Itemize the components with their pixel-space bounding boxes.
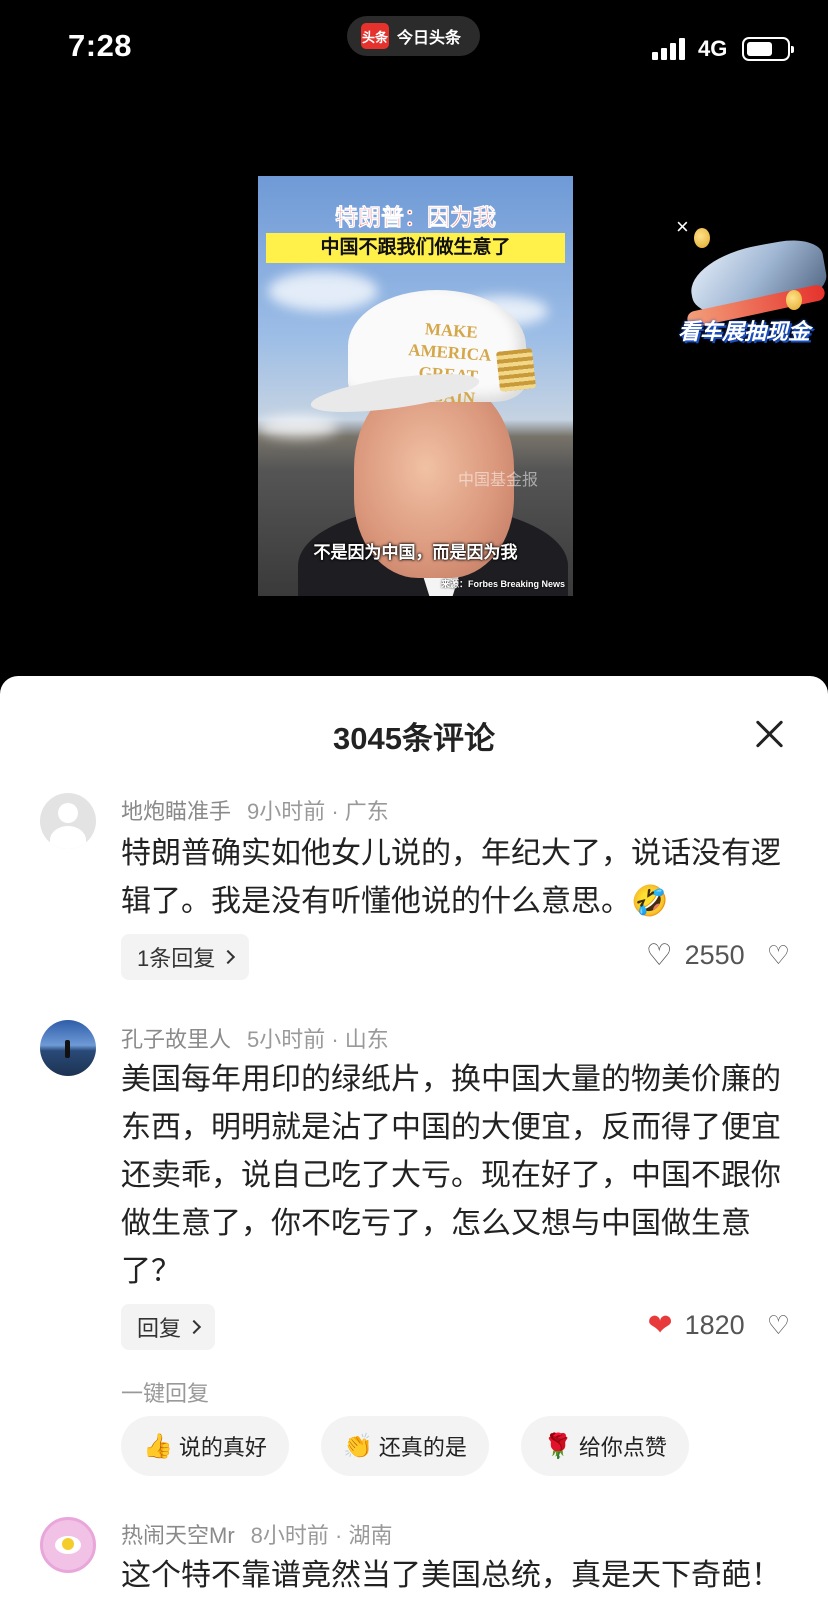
clapping-hands-icon: 👏 — [343, 1432, 373, 1460]
coin-icon — [786, 290, 802, 310]
reply-button[interactable]: 回复 — [121, 1304, 216, 1350]
avatar[interactable] — [40, 1020, 96, 1076]
comment-text[interactable]: 美国每年用印的绿纸片，换中国大量的物美价廉的东西，明明就是沾了中国的大便宜，反而… — [121, 1056, 781, 1296]
signal-icon — [652, 38, 685, 60]
app-indicator-pill[interactable]: 头条 今日头条 — [347, 16, 480, 56]
dislike-heart-icon[interactable]: ♡ — [767, 1310, 790, 1341]
comment-time-location: 9小时前 · 广东 — [247, 799, 389, 824]
heart-outline-icon[interactable]: ♡ — [646, 940, 673, 971]
ad-close-icon[interactable]: × — [676, 214, 689, 240]
avatar[interactable] — [40, 793, 96, 849]
toutiao-logo-icon: 头条 — [361, 23, 389, 49]
video-watermark: 中国基金报 — [458, 472, 539, 489]
chip-label: 说的真好 — [178, 1435, 267, 1460]
status-time: 7:28 — [68, 28, 133, 63]
quick-reply-label: 一键回复 — [121, 1381, 210, 1406]
network-type: 4G — [698, 36, 728, 61]
video-player[interactable]: 特朗普：因为我 中国不跟我们做生意了 MAKE AMERICA GREAT AG… — [258, 176, 573, 596]
comment-text[interactable]: 特朗普确实如他女儿说的，年纪大了，说话没有逻辑了。我是没有听懂他说的什么意思。🤣 — [121, 830, 781, 926]
status-bar: 7:28 头条 今日头条 4G — [0, 0, 828, 100]
avatar[interactable] — [40, 1517, 96, 1573]
like-count: 2550 — [684, 940, 745, 970]
comment-author[interactable]: 地炮瞄准手 — [121, 799, 231, 824]
rose-icon: 🌹 — [543, 1432, 573, 1460]
view-replies-button[interactable]: 1条回复 — [121, 934, 250, 980]
reply-label: 回复 — [137, 1316, 182, 1341]
quick-reply-chip[interactable]: 🌹 给你点赞 — [521, 1416, 689, 1476]
coin-icon — [694, 228, 710, 248]
reply-label: 1条回复 — [137, 946, 216, 971]
close-icon[interactable] — [752, 716, 788, 752]
video-caption: 不是因为中国，而是因为我 — [313, 543, 518, 562]
comment-time-location: 5小时前 · 山东 — [247, 1027, 389, 1052]
quick-reply-chip[interactable]: 👍 说的真好 — [121, 1416, 289, 1476]
comment-meta: 热闹天空Mr 8小时前 · 湖南 — [121, 1518, 392, 1550]
comment-meta: 孔子故里人 5小时前 · 山东 — [121, 1022, 389, 1054]
chevron-right-icon — [186, 1319, 202, 1335]
video-title: 特朗普：因为我 — [335, 204, 497, 231]
ad-text: 看车展抽现金 — [678, 319, 811, 344]
comment-author[interactable]: 孔子故里人 — [121, 1027, 231, 1052]
heart-filled-icon[interactable]: ❤ — [647, 1310, 672, 1341]
comment-time-location: 8小时前 · 湖南 — [250, 1523, 393, 1548]
video-source: 来源：Forbes Breaking News — [440, 579, 565, 589]
comment-meta: 地炮瞄准手 9小时前 · 广东 — [121, 794, 389, 826]
comment-author[interactable]: 热闹天空Mr — [121, 1523, 235, 1548]
quick-reply-chip[interactable]: 👏 还真的是 — [321, 1416, 489, 1476]
like-group[interactable]: ♡ 2550 ♡ — [646, 940, 790, 971]
comment-text[interactable]: 这个特不靠谱竟然当了美国总统，真是天下奇葩！ — [121, 1552, 781, 1600]
app-name: 今日头条 — [397, 30, 462, 47]
dislike-heart-icon[interactable]: ♡ — [767, 940, 790, 971]
thumbs-up-icon: 👍 — [143, 1432, 173, 1460]
floating-ad[interactable]: × 看车展抽现金 — [676, 214, 828, 359]
chip-label: 给你点赞 — [578, 1435, 667, 1460]
like-group[interactable]: ❤ 1820 ♡ — [647, 1310, 790, 1341]
chip-label: 还真的是 — [378, 1435, 467, 1460]
video-subtitle: 中国不跟我们做生意了 — [266, 233, 565, 263]
like-count: 1820 — [684, 1310, 745, 1340]
battery-icon — [742, 37, 794, 61]
chevron-right-icon — [221, 949, 236, 965]
comments-count-title: 3045条评论 — [333, 721, 495, 756]
